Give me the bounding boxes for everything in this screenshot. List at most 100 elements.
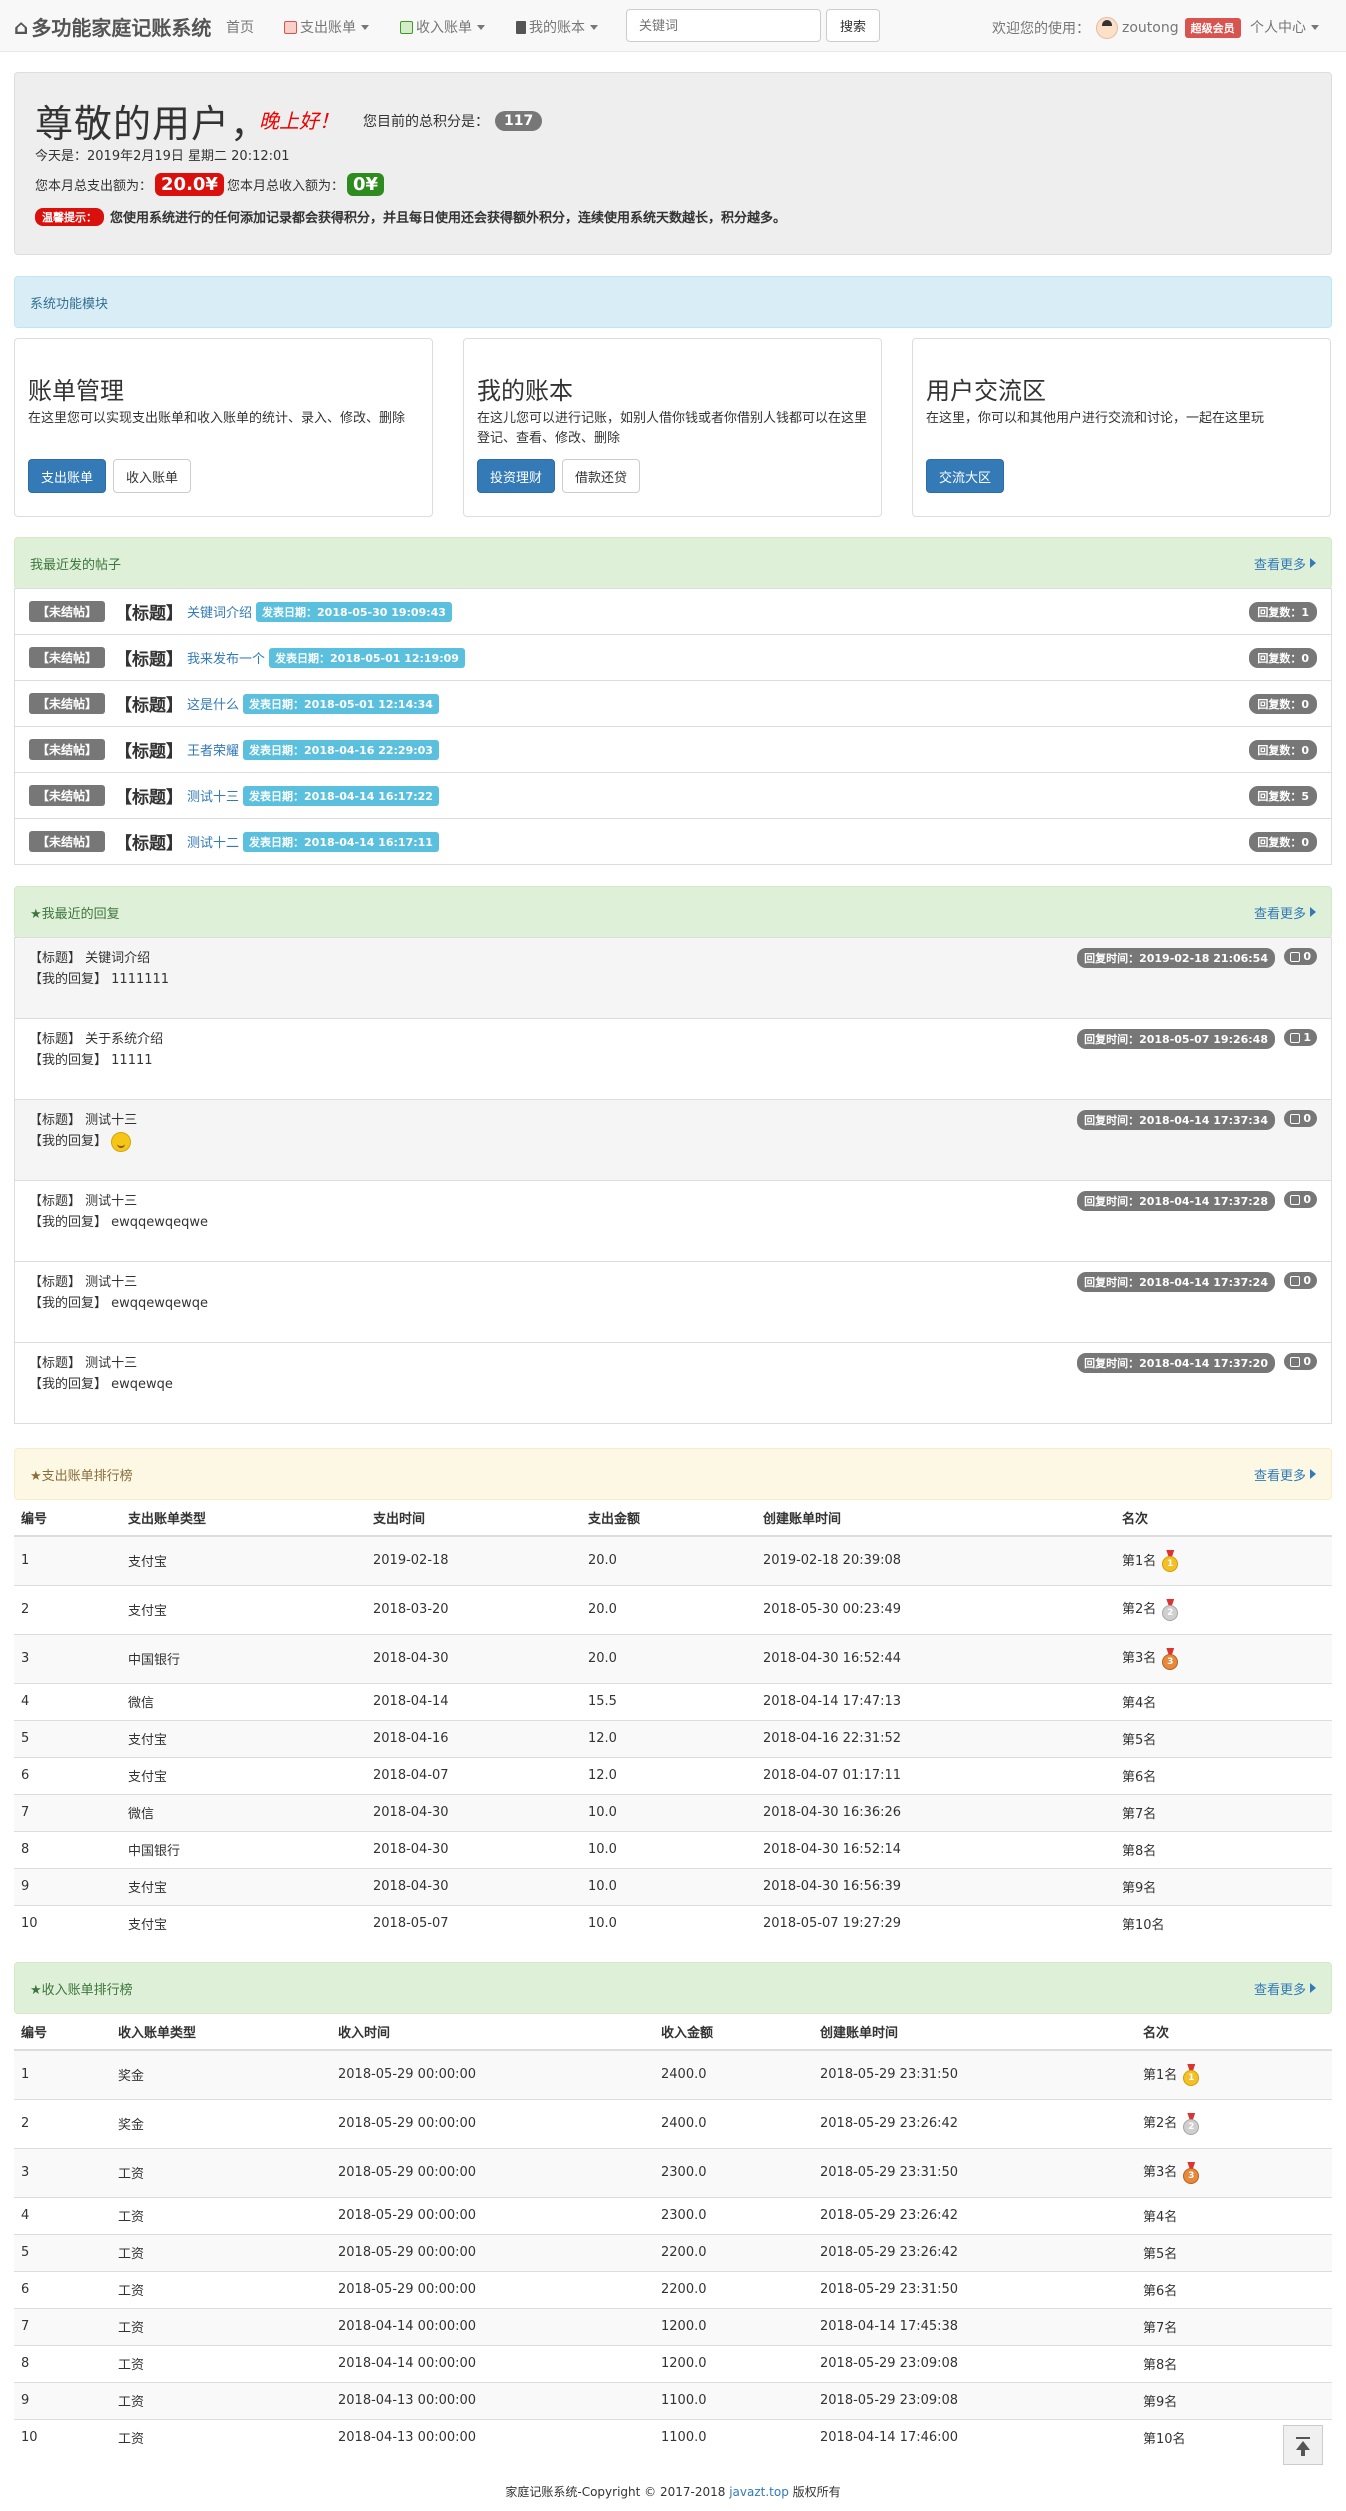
investment-button[interactable]: 投资理财: [477, 459, 556, 493]
greeting: 晚上好！: [259, 109, 339, 133]
cell-text: 2300.0: [661, 2208, 707, 2223]
reply-post-title: 关键词介绍: [85, 951, 151, 966]
title-prefix: 【标题】: [29, 1032, 82, 1047]
like-badge[interactable]: 0: [1284, 1272, 1317, 1289]
cell-text: 2018-04-30 16:56:39: [763, 1879, 902, 1894]
list-item[interactable]: 【标题】 测试十三 【我的回复】 ewqewqe 回复时间：2018-04-14…: [15, 1342, 1331, 1423]
footer-prefix: 家庭记账系统-Copyright © 2017-2018: [505, 2485, 730, 2499]
table-cell: 20.0: [581, 1584, 756, 1634]
table-cell: 10.0: [581, 1793, 756, 1831]
like-badge[interactable]: 1: [1284, 1029, 1317, 1046]
list-item[interactable]: 【未结帖】 【标题】 测试十二 发表日期：2018-04-14 16:17:11…: [15, 818, 1331, 864]
cell-text: 2018-05-29 00:00:00: [338, 2245, 477, 2260]
user-center-dropdown[interactable]: 个人中心: [1250, 17, 1319, 37]
table-cell: 第8名: [1136, 2344, 1332, 2382]
posts-header-title: 我最近发的帖子: [30, 557, 122, 573]
thumbs-up-icon: [1290, 1275, 1301, 1286]
table-cell: 2300.0: [654, 2196, 813, 2234]
cell-text: 第6名: [1122, 1770, 1157, 1785]
cell-text: 2400.0: [661, 2067, 707, 2083]
list-item[interactable]: 【未结帖】 【标题】 我来发布一个 发表日期：2018-05-01 12:19:…: [15, 634, 1331, 680]
list-item[interactable]: 【标题】 测试十三 【我的回复】 回复时间：2018-04-14 17:37:3…: [15, 1099, 1331, 1180]
footer-link[interactable]: javazt.top: [729, 2485, 789, 2499]
cell-text: 工资: [118, 2247, 145, 2262]
post-title-link[interactable]: 测试十二: [187, 832, 239, 851]
table-cell: 4: [14, 1682, 121, 1720]
nav-income-dropdown[interactable]: 收入账单: [400, 17, 485, 37]
cell-text: 2400.0: [661, 2116, 707, 2131]
post-title-link[interactable]: 关键词介绍: [187, 602, 252, 621]
thumbs-up-icon: [1290, 951, 1301, 962]
cell-text: 第4名: [1122, 1696, 1157, 1711]
list-item[interactable]: 【标题】 关于系统介绍 【我的回复】 11111 回复时间：2018-05-07…: [15, 1018, 1331, 1099]
like-badge[interactable]: 0: [1284, 1191, 1317, 1208]
thumbs-up-icon: [1290, 1356, 1301, 1367]
income-bill-button[interactable]: 收入账单: [113, 459, 192, 493]
cell-text: 2018-04-30: [373, 1651, 449, 1666]
more-label: 查看更多: [1253, 1982, 1306, 1998]
nav-home[interactable]: 首页: [226, 17, 254, 37]
table-cell: 6: [14, 2270, 111, 2308]
table-cell: 6: [14, 1756, 121, 1794]
post-title-link[interactable]: 我来发布一个: [187, 648, 265, 667]
posts-more-link[interactable]: 查看更多: [1254, 554, 1316, 573]
cell-text: 3: [21, 1651, 30, 1666]
replies-more-link[interactable]: 查看更多: [1254, 903, 1316, 922]
cell-text: 第10名: [1143, 2432, 1186, 2448]
table-cell: 2018-04-30: [366, 1867, 581, 1905]
cell-text: 20.0: [588, 1602, 617, 1617]
list-item[interactable]: 【未结帖】 【标题】 测试十三 发表日期：2018-04-14 16:17:22…: [15, 772, 1331, 818]
card-title: 用户交流区: [926, 377, 1046, 405]
reply-content: 1111111: [111, 972, 170, 987]
list-item[interactable]: 【标题】 关键词介绍 【我的回复】 1111111 回复时间：2019-02-1…: [15, 937, 1331, 1018]
loan-button[interactable]: 借款还贷: [562, 459, 641, 493]
cell-text: 4: [21, 1694, 30, 1709]
table-cell: 12.0: [581, 1719, 756, 1757]
column-header: 收入金额: [654, 2013, 813, 2051]
income-rank-header: ★收入账单排行榜 查看更多: [14, 1962, 1332, 2014]
list-item[interactable]: 【未结帖】 【标题】 关键词介绍 发表日期：2018-05-30 19:09:4…: [15, 588, 1331, 634]
cell-text: 10.0: [588, 1916, 617, 1932]
back-to-top-button[interactable]: [1283, 2425, 1323, 2465]
community-button[interactable]: 交流大区: [926, 459, 1005, 493]
table-cell: 第2名 2: [1115, 1584, 1332, 1634]
cell-text: 工资: [118, 2210, 145, 2225]
brand[interactable]: ⌂ 多功能家庭记账系统: [14, 12, 211, 41]
reply-time-badge: 回复时间：2018-05-07 19:26:48: [1077, 1029, 1275, 1049]
list-item[interactable]: 【标题】 测试十三 【我的回复】 ewqqewqeqwe 回复时间：2018-0…: [15, 1180, 1331, 1261]
username: zoutong: [1122, 20, 1179, 36]
chevron-down-icon: [361, 24, 369, 30]
medal-number: 2: [1162, 1604, 1179, 1621]
like-badge[interactable]: 0: [1284, 948, 1317, 965]
title-prefix: 【标题】: [115, 742, 184, 762]
table-row: 7 工资 2018-04-14 00:00:00 1200.0 2018-04-14 1…: [14, 2307, 1332, 2345]
reply-time-badge: 回复时间：2018-04-14 17:37:24: [1077, 1272, 1275, 1292]
cell-text: 2018-05-29 00:00:00: [338, 2165, 477, 2180]
table-cell: 1100.0: [654, 2418, 813, 2456]
list-item[interactable]: 【未结帖】 【标题】 这是什么 发表日期：2018-05-01 12:14:34…: [15, 680, 1331, 726]
table-cell: 第7名: [1136, 2307, 1332, 2345]
status-badge: 【未结帖】: [29, 647, 106, 668]
table-cell: 2400.0: [654, 2049, 813, 2099]
column-header: 创建账单时间: [813, 2013, 1136, 2051]
post-title-link[interactable]: 王者荣耀: [187, 740, 239, 759]
search-button[interactable]: 搜索: [826, 9, 880, 42]
list-item[interactable]: 【未结帖】 【标题】 王者荣耀 发表日期：2018-04-16 22:29:03…: [15, 726, 1331, 772]
table-cell: 第3名 3: [1115, 1633, 1332, 1683]
table-cell: 第10名: [1115, 1904, 1332, 1942]
search-input[interactable]: [626, 9, 821, 42]
expense-rank-more-link[interactable]: 查看更多: [1254, 1465, 1316, 1484]
income-rank-more-link[interactable]: 查看更多: [1254, 1979, 1316, 1998]
table-row: 9 支付宝 2018-04-30 10.0 2018-04-30 16:56:39 第9名: [14, 1867, 1332, 1905]
table-cell: 10.0: [581, 1830, 756, 1868]
expense-bill-button[interactable]: 支出账单: [28, 459, 107, 493]
post-date-badge: 发表日期：2018-04-14 16:17:22: [243, 785, 439, 806]
post-title-link[interactable]: 测试十三: [187, 786, 239, 805]
like-badge[interactable]: 0: [1284, 1110, 1317, 1127]
list-item[interactable]: 【标题】 测试十三 【我的回复】 ewqqewqewqe 回复时间：2018-0…: [15, 1261, 1331, 1342]
cell-text: 2018-04-13 00:00:00: [338, 2430, 477, 2446]
nav-mybook-dropdown[interactable]: 我的账本: [516, 17, 598, 37]
post-title-link[interactable]: 这是什么: [187, 694, 239, 713]
like-badge[interactable]: 0: [1284, 1353, 1317, 1370]
nav-expense-dropdown[interactable]: 支出账单: [284, 17, 369, 37]
